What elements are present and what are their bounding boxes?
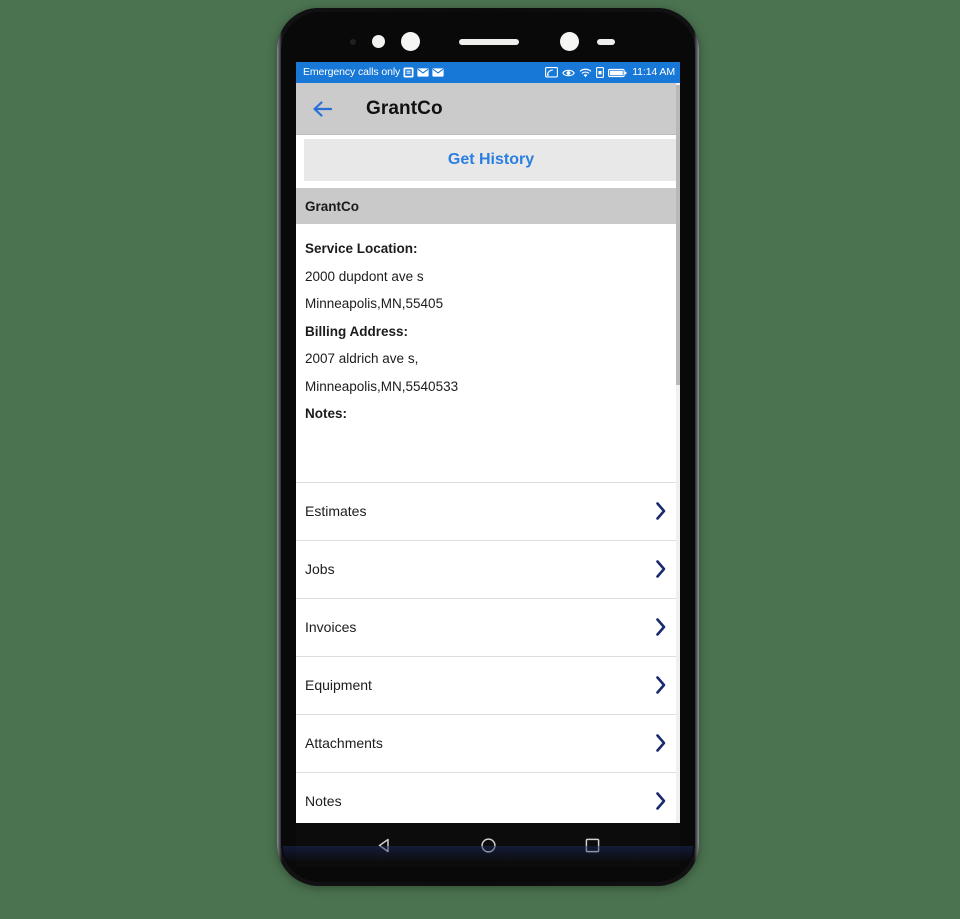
status-bar: Emergency calls only 11:14 AM — [296, 62, 680, 83]
details-list-spacer — [296, 449, 680, 482]
chevron-right-icon — [653, 790, 669, 812]
service-location-label: Service Location: — [305, 241, 418, 256]
app-bar: GrantCo — [296, 83, 680, 135]
chevron-right-icon — [653, 732, 669, 754]
list-item-notes[interactable]: Notes — [296, 771, 680, 823]
list-item-estimates[interactable]: Estimates — [296, 481, 680, 540]
list-item-label: Estimates — [305, 503, 367, 519]
wifi-icon — [579, 68, 592, 78]
front-camera-icon — [560, 32, 579, 51]
page-title: GrantCo — [366, 97, 443, 119]
list-item-label: Equipment — [305, 677, 372, 693]
service-location-line-2: Minneapolis,MN,55405 — [305, 296, 444, 311]
eye-icon — [562, 68, 576, 78]
phone-top-bezel — [277, 22, 699, 62]
battery-icon — [608, 68, 627, 78]
phone-screen: Emergency calls only 11:14 AM GrantCo Ge… — [296, 62, 680, 823]
proximity-sensor-icon — [350, 39, 356, 45]
list-item-label: Invoices — [305, 619, 357, 635]
customer-details: Service Location: 2000 dupdont ave s Min… — [296, 224, 680, 450]
status-bar-right: 11:14 AM — [545, 67, 675, 78]
billing-address-line-2: Minneapolis,MN,5540533 — [305, 378, 459, 394]
led-indicator-icon — [597, 39, 615, 45]
get-history-button[interactable]: Get History — [304, 139, 678, 181]
navigation-list: Estimates Jobs Invoices Equipment Attachment… — [296, 481, 680, 823]
billing-address-line-1: 2007 aldrich ave s, — [305, 351, 419, 366]
list-item-invoices[interactable]: Invoices — [296, 597, 680, 656]
list-item-attachments[interactable]: Attachments — [296, 713, 680, 772]
android-recents-icon[interactable] — [579, 832, 605, 858]
list-item-label: Notes — [305, 793, 342, 809]
android-home-icon[interactable] — [475, 832, 501, 858]
get-history-wrapper: Get History — [296, 135, 680, 188]
app-notification-icon — [403, 67, 414, 78]
list-item-equipment[interactable]: Equipment — [296, 655, 680, 714]
carrier-text: Emergency calls only — [303, 66, 401, 79]
sim-card-icon — [596, 67, 605, 78]
list-item-label: Attachments — [305, 735, 383, 751]
billing-address-label: Billing Address: — [305, 323, 409, 339]
mail-icon — [432, 68, 444, 77]
chevron-right-icon — [653, 616, 669, 638]
scrollbar-thumb[interactable] — [676, 85, 680, 385]
android-back-icon[interactable] — [371, 832, 397, 858]
back-arrow-icon[interactable] — [310, 96, 336, 122]
notes-label: Notes: — [305, 406, 348, 421]
mail-icon — [417, 68, 429, 77]
cast-icon — [545, 67, 559, 78]
chevron-right-icon — [653, 500, 669, 522]
earpiece-speaker-icon — [459, 39, 519, 45]
list-item-jobs[interactable]: Jobs — [296, 539, 680, 598]
status-bar-left: Emergency calls only — [303, 67, 444, 78]
chevron-right-icon — [653, 674, 669, 696]
front-sensor-icon — [401, 32, 420, 51]
section-header: GrantCo — [296, 188, 680, 224]
chevron-right-icon — [653, 558, 669, 580]
status-clock: 11:14 AM — [632, 66, 675, 79]
list-item-label: Jobs — [305, 561, 335, 577]
android-nav-bar — [296, 823, 680, 867]
iris-sensor-icon — [372, 35, 385, 48]
phone-device: Emergency calls only 11:14 AM GrantCo Ge… — [277, 8, 699, 886]
service-location-line-1: 2000 dupdont ave s — [305, 268, 424, 284]
